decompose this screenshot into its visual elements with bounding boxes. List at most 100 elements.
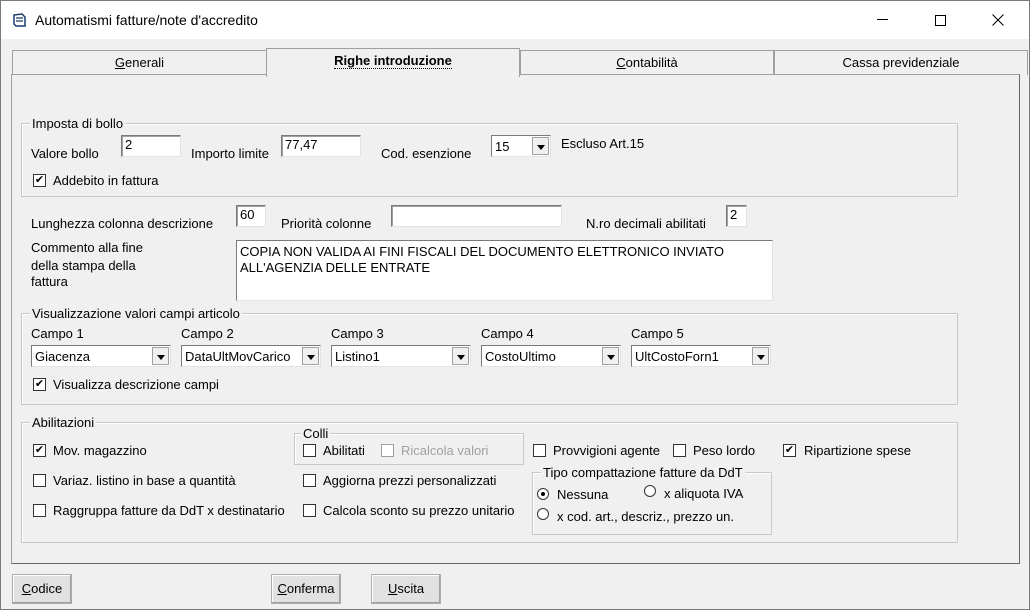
ripartizione-checkbox[interactable]: ✔ — [783, 444, 796, 457]
chevron-down-icon[interactable] — [452, 347, 469, 365]
campo4-select[interactable]: CostoUltimo — [481, 345, 621, 367]
commento-label-3: fattura — [31, 274, 68, 289]
combo-value: UltCostoForn1 — [635, 349, 719, 364]
commento-line: ALL'AGENZIA DELLE ENTRATE — [240, 260, 431, 275]
tab-generali[interactable]: Generali — [12, 50, 267, 75]
valore-bollo-input[interactable]: 2 — [121, 135, 181, 157]
combo-value: Listino1 — [335, 349, 380, 364]
variaz-listino-label: Variaz. listino in base a quantità — [53, 473, 236, 488]
calcola-sconto-checkbox[interactable] — [303, 504, 316, 517]
tab-label: Righe introduzione — [334, 53, 452, 69]
commento-label-2: della stampa della — [31, 258, 136, 273]
peso-lordo-checkbox[interactable] — [673, 444, 686, 457]
aggiorna-prezzi-label: Aggiorna prezzi personalizzati — [323, 473, 497, 488]
group-label: Tipo compattazione fatture da DdT — [541, 465, 745, 480]
tab-accel: C — [616, 55, 626, 70]
lunghezza-label: Lunghezza colonna descrizione — [31, 216, 214, 231]
aggiorna-prezzi-checkbox[interactable] — [303, 474, 316, 487]
provvigioni-label: Provvigioni agente — [553, 443, 660, 458]
campo1-select[interactable]: Giacenza — [31, 345, 171, 367]
nessuna-label: Nessuna — [557, 487, 609, 502]
raggruppa-label: Raggruppa fatture da DdT x destinatario — [53, 503, 285, 518]
aliquota-label: x aliquota IVA — [664, 486, 744, 501]
lunghezza-input[interactable]: 60 — [236, 205, 266, 227]
combo-value: CostoUltimo — [485, 349, 556, 364]
abilitati-label: Abilitati — [323, 443, 365, 458]
group-label: Imposta di bollo — [30, 116, 126, 131]
valore-bollo-label: Valore bollo — [31, 146, 99, 161]
visualizza-checkbox[interactable]: ✔ — [33, 378, 46, 391]
conferma-button[interactable]: Conferma — [271, 574, 341, 604]
button-accel: C — [277, 581, 287, 596]
commento-label-1: Commento alla fine — [31, 240, 143, 255]
campo2-select[interactable]: DataUltMovCarico — [181, 345, 321, 367]
cod-esenzione-desc: Escluso Art.15 — [561, 136, 645, 151]
nessuna-radio[interactable] — [537, 488, 549, 500]
button-label: onferma — [286, 581, 335, 596]
uscita-button[interactable]: Uscita — [371, 574, 441, 604]
decimali-label: N.ro decimali abilitati — [586, 216, 706, 231]
visualizza-label: Visualizza descrizione campi — [53, 377, 219, 392]
priorita-input[interactable] — [391, 205, 562, 227]
button-label: scita — [397, 581, 425, 596]
commento-line: COPIA NON VALIDA AI FINI FISCALI DEL DOC… — [240, 244, 724, 259]
mov-magazzino-label: Mov. magazzino — [53, 443, 147, 458]
campo3-label: Campo 3 — [331, 326, 384, 341]
campo2-label: Campo 2 — [181, 326, 234, 341]
peso-lordo-label: Peso lordo — [693, 443, 756, 458]
group-label: Abilitazioni — [30, 415, 97, 430]
close-icon — [992, 14, 1004, 26]
cod-art-radio[interactable] — [537, 508, 549, 520]
campo1-label: Campo 1 — [31, 326, 84, 341]
window-title: Automatismi fatture/note d'accredito — [35, 12, 258, 28]
minimize-button[interactable] — [859, 1, 905, 39]
commento-textarea[interactable]: COPIA NON VALIDA AI FINI FISCALI DEL DOC… — [236, 240, 773, 301]
combo-value: Giacenza — [35, 349, 90, 364]
maximize-button[interactable] — [917, 1, 963, 39]
group-label: Visualizzazione valori campi articolo — [30, 306, 242, 321]
mov-magazzino-checkbox[interactable]: ✔ — [33, 444, 46, 457]
combo-value: DataUltMovCarico — [185, 349, 291, 364]
raggruppa-checkbox[interactable] — [33, 504, 46, 517]
combo-value: 15 — [495, 139, 510, 154]
importo-limite-input[interactable]: 77,47 — [281, 135, 361, 157]
cod-art-label: x cod. art., descriz., prezzo un. — [557, 509, 735, 524]
codice-button[interactable]: Codice — [12, 574, 72, 604]
addebito-label: Addebito in fattura — [53, 173, 159, 188]
variaz-listino-checkbox[interactable] — [33, 474, 46, 487]
tab-label: ontabilità — [625, 55, 678, 70]
cod-esenzione-label: Cod. esenzione — [381, 146, 472, 161]
ricalcola-checkbox[interactable] — [381, 444, 394, 457]
chevron-down-icon[interactable] — [602, 347, 619, 365]
ripartizione-label: Ripartizione spese — [804, 443, 911, 458]
cod-esenzione-select[interactable]: 15 — [491, 135, 551, 157]
app-icon — [13, 13, 26, 27]
decimali-input[interactable]: 2 — [726, 205, 747, 227]
campo5-label: Campo 5 — [631, 326, 684, 341]
chevron-down-icon[interactable] — [302, 347, 319, 365]
tab-label: enerali — [125, 55, 165, 70]
minimize-icon — [876, 19, 888, 20]
tab-righe-introduzione[interactable]: Righe introduzione — [266, 48, 520, 77]
chevron-down-icon[interactable] — [752, 347, 769, 365]
importo-limite-label: Importo limite — [191, 146, 270, 161]
calcola-sconto-label: Calcola sconto su prezzo unitario — [323, 503, 515, 518]
close-button[interactable] — [975, 1, 1021, 39]
button-label: odice — [31, 581, 63, 596]
campo3-select[interactable]: Listino1 — [331, 345, 471, 367]
abilitati-checkbox[interactable] — [303, 444, 316, 457]
chevron-down-icon[interactable] — [532, 137, 549, 155]
addebito-checkbox[interactable]: ✔ — [33, 174, 46, 187]
maximize-icon — [934, 14, 946, 26]
campo5-select[interactable]: UltCostoForn1 — [631, 345, 771, 367]
group-compattazione — [532, 472, 772, 535]
campo4-label: Campo 4 — [481, 326, 534, 341]
provvigioni-checkbox[interactable] — [533, 444, 546, 457]
tab-label: Cassa previdenziale — [842, 55, 960, 70]
chevron-down-icon[interactable] — [152, 347, 169, 365]
title-bar: Automatismi fatture/note d'accredito — [1, 1, 1029, 39]
tab-cassa-previdenziale[interactable]: Cassa previdenziale — [774, 50, 1028, 75]
button-accel: C — [21, 581, 32, 596]
aliquota-radio[interactable] — [644, 485, 656, 497]
tab-contabilita[interactable]: Contabilità — [520, 50, 774, 75]
